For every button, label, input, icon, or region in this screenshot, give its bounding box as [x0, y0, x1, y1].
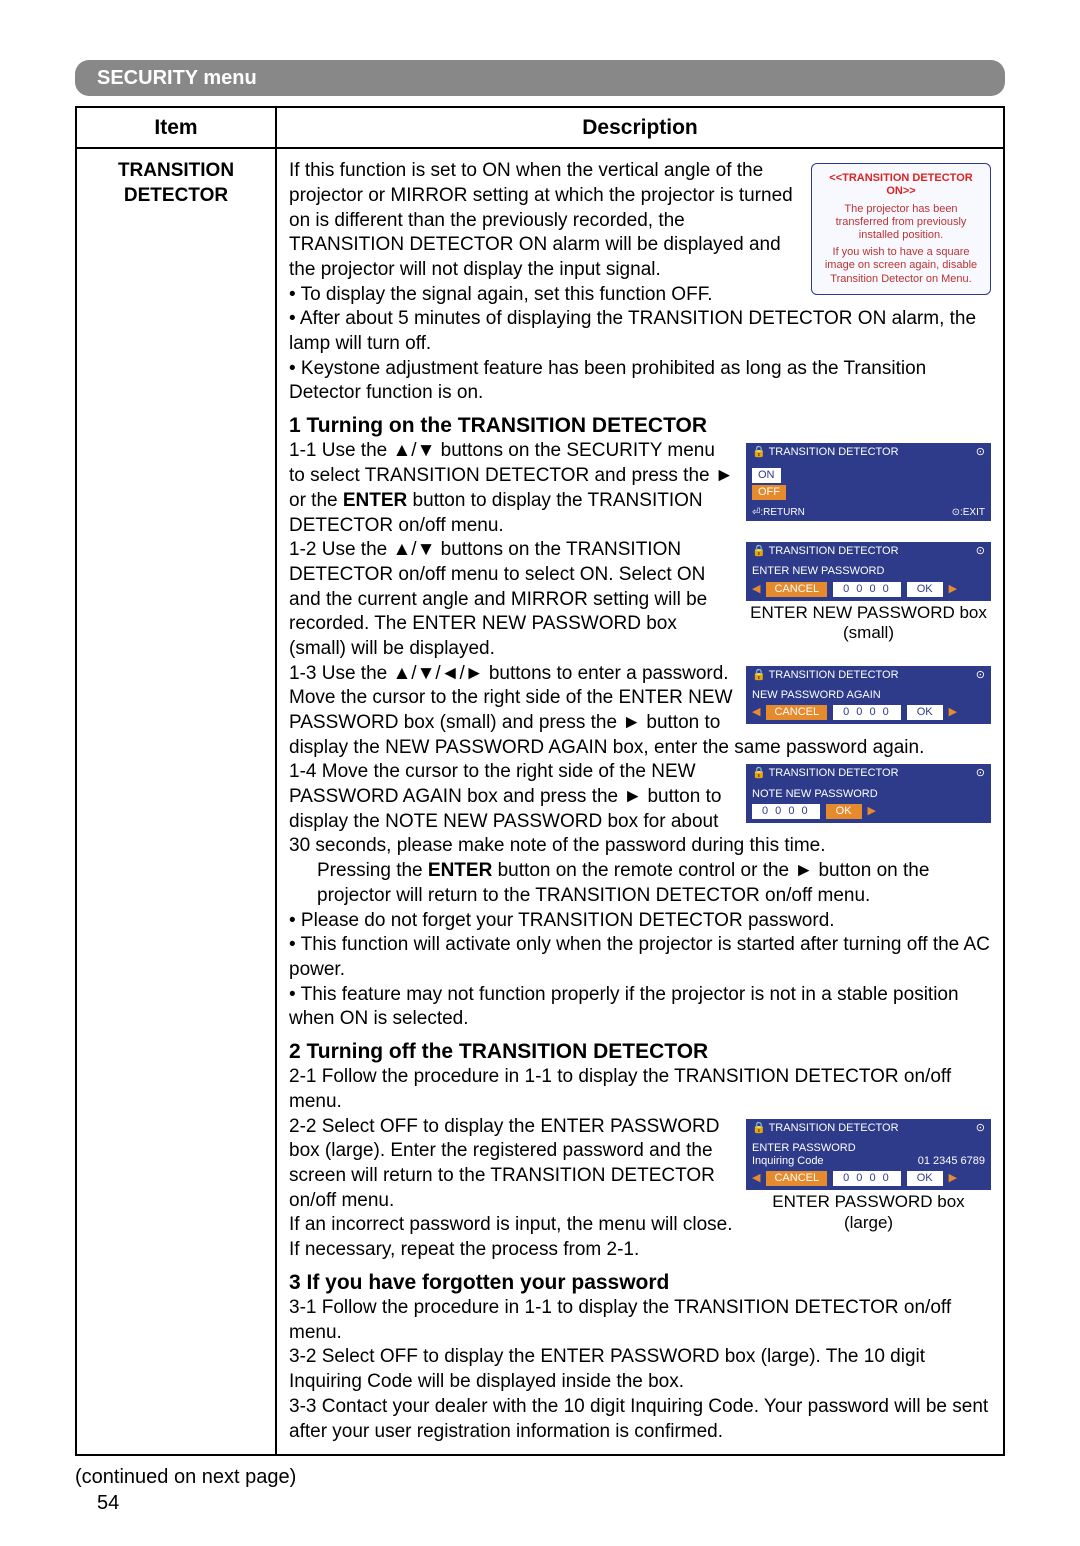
caption-enp: ENTER NEW PASSWORD box (small) — [746, 603, 991, 644]
sec1-note3: • This feature may not function properly… — [289, 983, 991, 1032]
alarm-screenshot: <<TRANSITION DETECTOR ON>> The projector… — [811, 163, 991, 295]
sec2-step21: 2-1 Follow the procedure in 1-1 to displ… — [289, 1065, 991, 1114]
item-cell: TRANSITION DETECTOR — [76, 148, 276, 1455]
sec3-head: 3 If you have forgotten your password — [289, 1269, 991, 1296]
security-table: Item Description TRANSITION DETECTOR <<T… — [75, 106, 1005, 1456]
alarm-title: <<TRANSITION DETECTOR ON>> — [820, 172, 982, 198]
item-name-line2: DETECTOR — [87, 184, 265, 209]
item-name-line1: TRANSITION — [87, 159, 265, 184]
caption-ep: ENTER PASSWORD box (large) — [746, 1192, 991, 1233]
enter-new-password-screenshot: 🔒 TRANSITION DETECTOR⊙ ENTER NEW PASSWOR… — [746, 542, 991, 643]
menu-title-bar: SECURITY menu — [75, 60, 1005, 96]
header-item: Item — [76, 107, 276, 148]
sec1-step14b: Pressing the ENTER button on the remote … — [289, 859, 991, 908]
intro-b3: • Keystone adjustment feature has been p… — [289, 357, 991, 406]
onoff-menu-screenshot: 🔒 TRANSITION DETECTOR⊙ ON OFF ⏎:RETURN⊙:… — [746, 443, 991, 521]
alarm-line2: If you wish to have a square image on sc… — [820, 246, 982, 286]
header-description: Description — [276, 107, 1004, 148]
sec1-head: 1 Turning on the TRANSITION DETECTOR — [289, 412, 991, 439]
sec1-note1: • Please do not forget your TRANSITION D… — [289, 909, 991, 934]
note-new-password-screenshot: 🔒 TRANSITION DETECTOR⊙ NOTE NEW PASSWORD… — [746, 764, 991, 823]
new-password-again-screenshot: 🔒 TRANSITION DETECTOR⊙ NEW PASSWORD AGAI… — [746, 666, 991, 725]
sec3-step32: 3-2 Select OFF to display the ENTER PASS… — [289, 1345, 991, 1394]
continued-note: (continued on next page) — [75, 1464, 1005, 1490]
sec1-note2: • This function will activate only when … — [289, 933, 991, 982]
intro-b2: • After about 5 minutes of displaying th… — [289, 307, 991, 356]
page-number: 54 — [97, 1490, 1005, 1516]
alarm-line1: The projector has been transferred from … — [820, 203, 982, 243]
sec2-head: 2 Turning off the TRANSITION DETECTOR — [289, 1038, 991, 1065]
description-cell: <<TRANSITION DETECTOR ON>> The projector… — [276, 148, 1004, 1455]
enter-password-large-screenshot: 🔒 TRANSITION DETECTOR⊙ ENTER PASSWORD In… — [746, 1119, 991, 1234]
sec3-step33: 3-3 Contact your dealer with the 10 digi… — [289, 1395, 991, 1444]
close-icon: ⊙ — [976, 446, 985, 459]
menu-title: SECURITY menu — [97, 67, 257, 89]
sec3-step31: 3-1 Follow the procedure in 1-1 to displ… — [289, 1296, 991, 1345]
